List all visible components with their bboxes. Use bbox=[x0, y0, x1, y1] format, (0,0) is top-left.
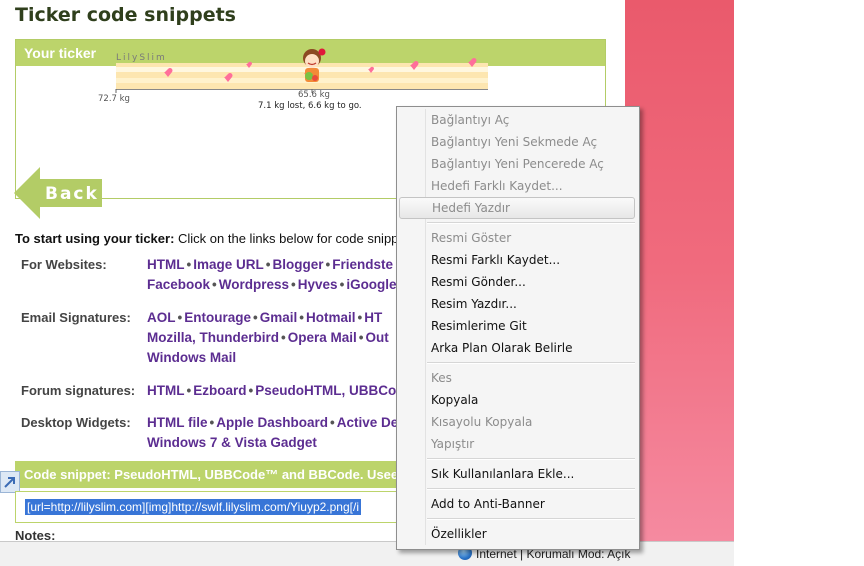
link-separator: • bbox=[253, 310, 258, 325]
menu-separator bbox=[427, 222, 635, 224]
menu-item[interactable]: Resmi Göster bbox=[399, 227, 635, 249]
snippet-link[interactable]: Windows Mail bbox=[147, 350, 236, 365]
menu-separator bbox=[427, 362, 635, 364]
menu-item[interactable]: Özellikler bbox=[399, 523, 635, 545]
menu-item[interactable]: Bağlantıyı Aç bbox=[399, 109, 635, 131]
link-separator: • bbox=[281, 330, 286, 345]
link-line: HTML • Ezboard • PseudoHTML, UBBCo bbox=[147, 381, 396, 401]
link-separator: • bbox=[265, 257, 271, 272]
snippet-link[interactable]: Hotmail bbox=[306, 310, 356, 325]
snippet-link[interactable]: Wordpress bbox=[219, 277, 289, 292]
snippet-link[interactable]: Blogger bbox=[272, 257, 323, 272]
row-label: Email Signatures: bbox=[21, 310, 131, 325]
snippet-link[interactable]: HTML file bbox=[147, 415, 208, 430]
menu-item[interactable]: Add to Anti-Banner bbox=[399, 493, 635, 515]
row-label: Forum signatures: bbox=[21, 383, 136, 398]
link-separator: • bbox=[330, 415, 335, 430]
ticker-current-weight: 65.6 kg bbox=[298, 90, 330, 100]
link-line: Mozilla, Thunderbird • Opera Mail • Out bbox=[147, 328, 389, 348]
notes-label: Notes: bbox=[15, 528, 56, 541]
snippet-link[interactable]: Facebook bbox=[147, 277, 210, 292]
link-line: Windows Mail bbox=[147, 348, 389, 368]
snippet-link[interactable]: HTML bbox=[147, 257, 185, 272]
link-line: Windows 7 & Vista Gadget bbox=[147, 433, 398, 453]
menu-separator bbox=[427, 518, 635, 520]
menu-item[interactable]: Resimlerime Git bbox=[399, 315, 635, 337]
menu-item[interactable]: Bağlantıyı Yeni Sekmede Aç bbox=[399, 131, 635, 153]
snippet-link[interactable]: Entourage bbox=[184, 310, 251, 325]
row-links: AOL • Entourage • Gmail • Hotmail • HT Mozilla, T… bbox=[147, 308, 389, 368]
context-menu: Bağlantıyı Aç Bağlantıyı Yeni Sekmede Aç B… bbox=[396, 106, 640, 550]
menu-item[interactable]: Bağlantıyı Yeni Pencerede Aç bbox=[399, 153, 635, 175]
snippet-link[interactable]: Friendste bbox=[332, 257, 393, 272]
menu-item[interactable]: Yapıştır bbox=[399, 433, 635, 455]
page-title: Ticker code snippets bbox=[15, 4, 236, 26]
link-separator: • bbox=[248, 383, 254, 398]
link-line: Facebook • Wordpress • Hyves • iGoogle bbox=[147, 275, 397, 295]
snippet-link[interactable]: Apple Dashboard bbox=[216, 415, 328, 430]
row-links: HTML • Image URL • Blogger • Friendste Facebook… bbox=[147, 255, 397, 295]
ticker-start-weight: 72.7 kg bbox=[98, 94, 130, 104]
ticker-status: 7.1 kg lost, 6.6 kg to go. bbox=[258, 101, 362, 111]
row-links: HTML • Ezboard • PseudoHTML, UBBCo bbox=[147, 381, 396, 401]
menu-item[interactable]: Hedefi Yazdır bbox=[399, 197, 635, 219]
menu-item[interactable]: Sık Kullanılanlara Ekle... bbox=[399, 463, 635, 485]
link-separator: • bbox=[358, 330, 364, 345]
intro-text: To start using your ticker: Click on the… bbox=[15, 231, 399, 246]
menu-item[interactable]: Kes bbox=[399, 367, 635, 389]
snippet-link[interactable]: HTML bbox=[147, 383, 185, 398]
snippet-link[interactable]: HT bbox=[364, 310, 382, 325]
link-separator: • bbox=[299, 310, 304, 325]
row-label: Desktop Widgets: bbox=[21, 415, 131, 430]
snippet-link[interactable]: Active De bbox=[337, 415, 399, 430]
menu-item[interactable]: Resmi Gönder... bbox=[399, 271, 635, 293]
menu-item[interactable]: Kopyala bbox=[399, 389, 635, 411]
link-separator: • bbox=[339, 277, 345, 292]
menu-item[interactable]: Arka Plan Olarak Belirle bbox=[399, 337, 635, 359]
link-separator: • bbox=[325, 257, 331, 272]
snippet-code-selection[interactable]: [url=http://lilyslim.com][img]http://swl… bbox=[25, 499, 361, 515]
snippet-link[interactable]: PseudoHTML, UBBCo bbox=[255, 383, 396, 398]
link-line: AOL • Entourage • Gmail • Hotmail • HT bbox=[147, 308, 389, 328]
link-separator: • bbox=[177, 310, 183, 325]
snippet-link[interactable]: Gmail bbox=[260, 310, 298, 325]
link-separator: • bbox=[186, 383, 192, 398]
link-line: HTML • Image URL • Blogger • Friendste bbox=[147, 255, 397, 275]
link-line: HTML file • Apple Dashboard • Active De bbox=[147, 413, 398, 433]
menu-item[interactable]: Kısayolu Kopyala bbox=[399, 411, 635, 433]
snippet-link[interactable]: iGoogle bbox=[346, 277, 396, 292]
link-separator: • bbox=[291, 277, 296, 292]
snippet-link[interactable]: AOL bbox=[147, 310, 176, 325]
snippet-link[interactable]: Out bbox=[366, 330, 389, 345]
menu-item[interactable]: Hedefi Farklı Kaydet... bbox=[399, 175, 635, 197]
row-label: For Websites: bbox=[21, 257, 107, 272]
menu-item[interactable]: Resim Yazdır... bbox=[399, 293, 635, 315]
menu-separator bbox=[427, 458, 635, 460]
menu-item[interactable]: Resmi Farklı Kaydet... bbox=[399, 249, 635, 271]
snippet-link[interactable]: Ezboard bbox=[193, 383, 246, 398]
link-separator: • bbox=[212, 277, 217, 292]
row-links: HTML file • Apple Dashboard • Active De Windo… bbox=[147, 413, 398, 453]
menu-separator bbox=[427, 488, 635, 490]
back-label: Back bbox=[45, 184, 99, 204]
side-background-panel bbox=[625, 0, 734, 541]
snippet-link[interactable]: Windows 7 & Vista Gadget bbox=[147, 435, 317, 450]
snippet-link[interactable]: Image URL bbox=[193, 257, 264, 272]
arrow-tab-icon[interactable] bbox=[0, 471, 20, 493]
snippet-link[interactable]: Hyves bbox=[298, 277, 338, 292]
link-separator: • bbox=[357, 310, 363, 325]
link-separator: • bbox=[209, 415, 215, 430]
ticker-brand: LilySlim bbox=[116, 53, 167, 63]
link-separator: • bbox=[186, 257, 192, 272]
snippet-link[interactable]: Mozilla, Thunderbird bbox=[147, 330, 279, 345]
snippet-link[interactable]: Opera Mail bbox=[288, 330, 357, 345]
